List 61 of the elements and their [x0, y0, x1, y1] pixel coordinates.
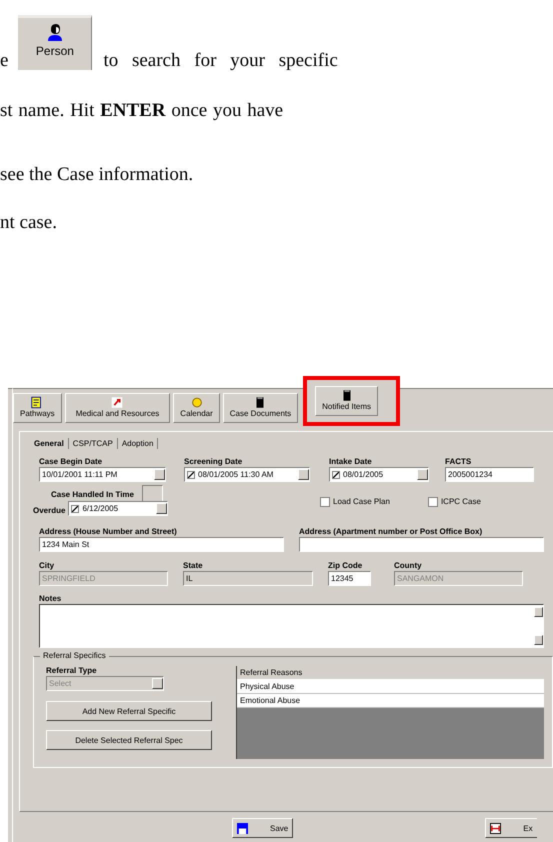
input-field[interactable]: 2005001234: [445, 467, 534, 482]
body-text: e: [0, 50, 8, 72]
tab[interactable]: CSP/TCAP: [68, 438, 118, 449]
checkbox[interactable]: [332, 470, 340, 478]
dropdown-button[interactable]: [156, 503, 168, 514]
date-dropdown[interactable]: 08/01/2005: [329, 467, 429, 482]
date-dropdown[interactable]: 6/12/2005: [68, 501, 168, 516]
scroll-up-button[interactable]: [534, 607, 543, 617]
body-text: nt case.: [0, 212, 57, 234]
field-label: Overdue: [33, 506, 66, 516]
tab[interactable]: Adoption: [118, 438, 158, 449]
field-label: Case Handled In Time: [51, 490, 134, 500]
notes-field[interactable]: [39, 604, 544, 648]
body-text: to search for your specific: [103, 50, 338, 72]
toolbar-button[interactable]: Medical and Resources: [64, 393, 170, 423]
save-icon: [237, 822, 248, 834]
button[interactable]: Delete Selected Referral Spec: [46, 730, 212, 750]
field-label: Intake Date: [329, 457, 373, 467]
toolbar-button[interactable]: Calendar: [173, 393, 220, 423]
dropdown-button[interactable]: [152, 678, 163, 689]
field-label: Address (Apartment number or Post Office Box): [299, 527, 484, 537]
button[interactable]: Ex: [485, 818, 537, 838]
dropdown-button[interactable]: [417, 469, 428, 480]
scroll-down-button[interactable]: [534, 635, 543, 645]
button[interactable]: Save: [232, 818, 294, 838]
toolbar-button[interactable]: Pathways: [13, 393, 62, 423]
tab[interactable]: General: [30, 438, 69, 449]
person-button[interactable]: Person: [18, 15, 92, 70]
list-row[interactable]: Physical Abuse: [237, 680, 544, 694]
checkbox[interactable]: [320, 497, 330, 507]
field-label: Address (House Number and Street): [39, 527, 178, 537]
list-row[interactable]: Emotional Abuse: [237, 694, 544, 708]
column-header: Referral Reasons: [237, 666, 544, 680]
body-text: see the Case information.: [0, 164, 194, 186]
dropdown-button[interactable]: [154, 469, 165, 480]
button[interactable]: Add New Referral Specific: [46, 701, 212, 721]
circle-icon: [190, 396, 204, 409]
body-text: st name. Hit ENTER once you have: [0, 100, 284, 122]
checkbox[interactable]: [428, 497, 438, 507]
field-label: Screening Date: [184, 457, 244, 467]
input-field[interactable]: [299, 537, 544, 552]
input-field[interactable]: 1234 Main St: [39, 537, 284, 552]
toolbar-button[interactable]: Notified Items: [315, 386, 378, 416]
field-label: City: [39, 561, 56, 571]
field-label: FACTS: [445, 457, 472, 467]
toolbar-button[interactable]: Case Documents: [222, 393, 298, 423]
field-label: County: [394, 561, 423, 571]
group-title: Referral Specifics: [40, 651, 109, 660]
field-label: State: [183, 561, 204, 571]
date-dropdown[interactable]: 08/01/2005 11:30 AM: [184, 467, 310, 482]
checkbox-label: ICPC Case: [440, 497, 481, 507]
exit-icon: [490, 822, 502, 834]
field-label: Zip Code: [328, 561, 364, 571]
dropdown-button[interactable]: [298, 469, 309, 480]
input-field[interactable]: 12345: [328, 571, 371, 586]
checkbox-label: Load Case Plan: [333, 497, 390, 507]
checkbox[interactable]: [187, 470, 195, 478]
field-label: Case Begin Date: [39, 457, 104, 467]
field-label: Notes: [39, 594, 62, 604]
date-dropdown[interactable]: 10/01/2001 11:11 PM: [39, 467, 166, 482]
field-label: Referral Type: [46, 666, 98, 676]
